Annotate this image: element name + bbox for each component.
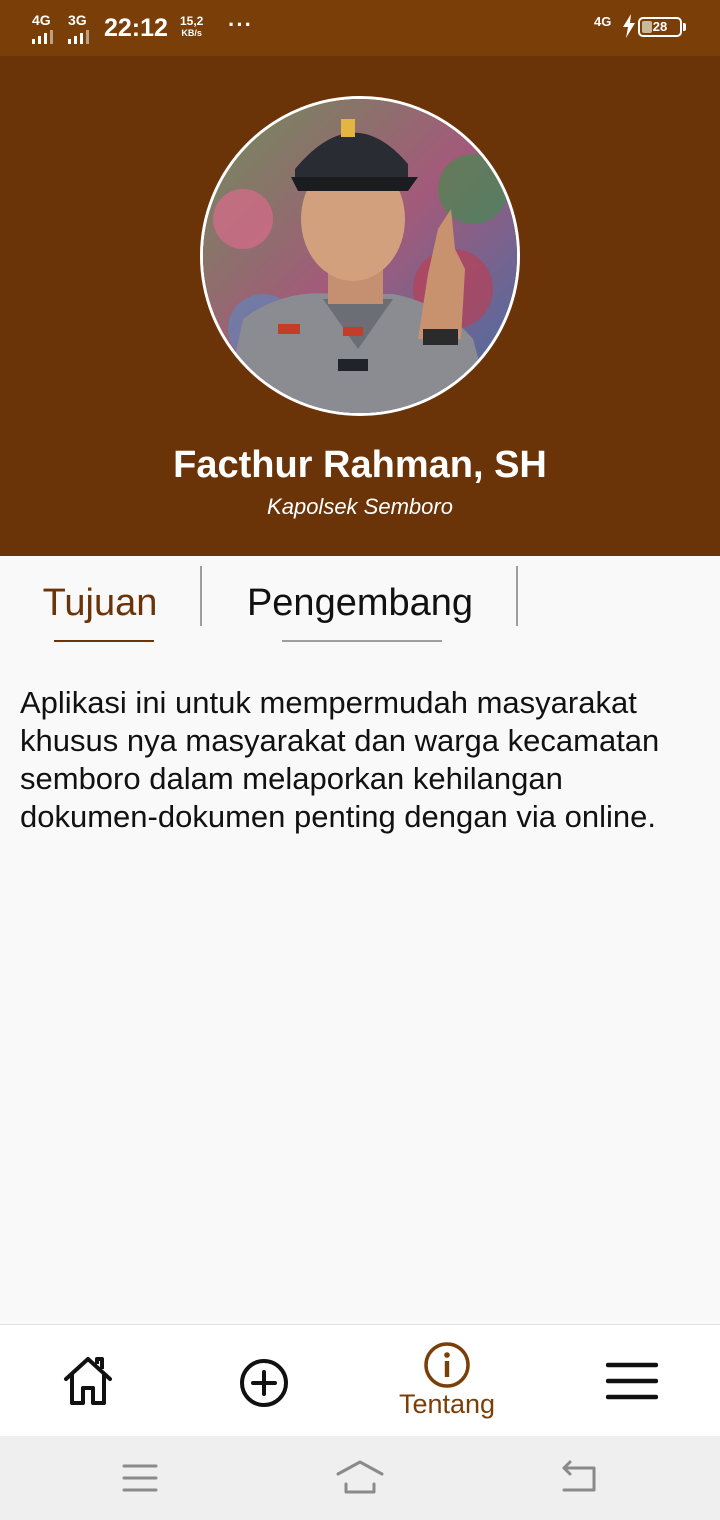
battery-icon: 28 [638, 17, 682, 37]
back-icon [562, 1460, 596, 1492]
nav-home-button[interactable] [28, 1325, 148, 1437]
profile-role: Kapolsek Semboro [267, 494, 453, 519]
menu-icon [606, 1362, 658, 1400]
profile-header: Facthur Rahman, SH Kapolsek Semboro [0, 56, 720, 556]
tab-tujuan-label: Tujuan [42, 582, 158, 624]
tab-pengembang-label: Pengembang [246, 582, 474, 624]
back-button[interactable] [550, 1454, 610, 1502]
network-type-1: 4G [32, 12, 51, 28]
officer-photo [203, 99, 517, 413]
profile-name: Facthur Rahman, SH [173, 444, 547, 486]
system-navigation-bar [0, 1436, 720, 1520]
add-circle-icon [240, 1359, 288, 1407]
home-button-icon [336, 1460, 384, 1494]
network-speed-unit: KB/s [181, 28, 202, 38]
tab-pengembang[interactable]: Pengembang [222, 566, 498, 642]
system-home-button[interactable] [330, 1454, 390, 1502]
network-type-2: 3G [68, 12, 87, 28]
clock: 22:12 [104, 14, 168, 42]
recent-apps-icon [122, 1464, 158, 1492]
nav-tentang-label: Tentang [398, 1389, 496, 1419]
tab-divider [516, 566, 518, 626]
charging-bolt-icon [623, 14, 635, 38]
home-icon [64, 1357, 112, 1405]
profile-avatar [200, 96, 520, 416]
about-description: Aplikasi ini untuk mempermudah masyaraka… [20, 685, 660, 834]
tab-tujuan[interactable]: Tujuan [20, 566, 180, 642]
data-network-indicator: 4G [594, 14, 612, 29]
battery-level: 28 [652, 19, 668, 34]
status-bar: 4G 3G 22:12 15,2 KB/s ··· 4G 28 [0, 0, 720, 56]
more-notifications-icon: ··· [228, 12, 253, 37]
signal-3g-icon: 3G [68, 12, 94, 44]
info-icon [424, 1342, 470, 1388]
tab-pengembang-indicator [282, 640, 442, 642]
bottom-navigation: Tentang [0, 1324, 720, 1436]
nav-tentang-button[interactable]: Tentang [387, 1325, 507, 1437]
network-speed-value: 15,2 [180, 14, 204, 28]
recent-apps-button[interactable] [110, 1454, 170, 1502]
signal-4g-icon: 4G [32, 12, 58, 44]
tab-divider [200, 566, 202, 626]
battery-tip [683, 23, 686, 31]
tab-tujuan-indicator [54, 640, 154, 642]
nav-add-button[interactable] [204, 1325, 324, 1437]
network-speed: 15,2 KB/s [180, 15, 203, 39]
nav-menu-button[interactable] [572, 1325, 692, 1437]
